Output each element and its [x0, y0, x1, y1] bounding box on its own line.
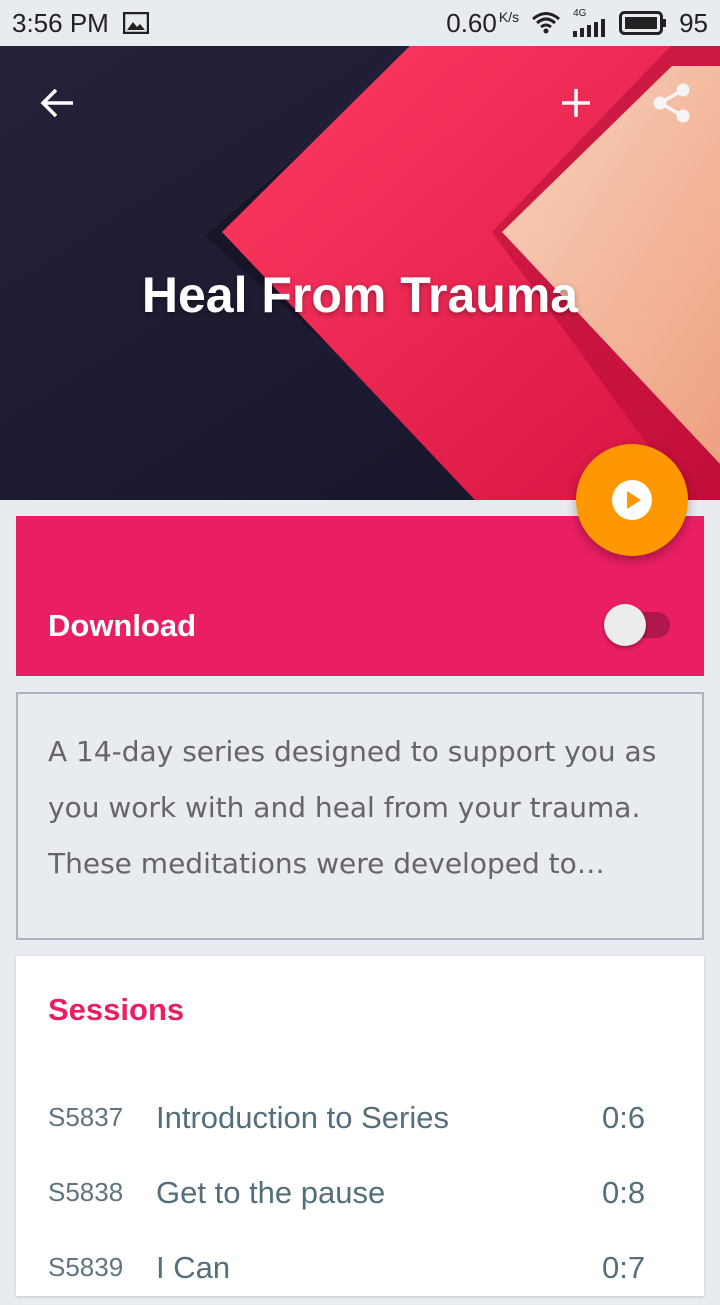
status-time: 3:56 PM [12, 7, 109, 38]
session-id: S5838 [48, 1177, 124, 1207]
download-toggle[interactable] [604, 604, 672, 646]
sessions-title: Sessions [48, 992, 185, 1027]
session-duration: 0:6 [602, 1099, 646, 1135]
hero-banner: Heal From Trauma [0, 46, 720, 500]
battery-icon [619, 11, 667, 35]
session-row[interactable]: S5839 I Can 0:7 [48, 1230, 672, 1305]
share-icon [653, 83, 690, 123]
play-icon [612, 480, 652, 520]
plus-icon [562, 89, 590, 117]
session-id: S5837 [48, 1102, 124, 1132]
session-row[interactable]: S5838 Get to the pause 0:8 [48, 1155, 672, 1230]
session-name: Introduction to Series [156, 1099, 449, 1135]
session-name: Get to the pause [156, 1174, 386, 1210]
network-type: 4G [573, 8, 587, 19]
arrow-left-icon [40, 88, 73, 118]
play-button[interactable] [576, 444, 688, 556]
session-duration: 0:7 [602, 1249, 646, 1285]
download-label: Download [48, 608, 197, 643]
back-button[interactable] [32, 78, 82, 128]
session-duration: 0:8 [602, 1174, 646, 1210]
net-speed-unit: K/s [498, 8, 520, 25]
session-id: S5839 [48, 1252, 124, 1282]
sessions-card: Sessions S5837 Introduction to Series 0:… [16, 956, 704, 1296]
net-speed: 0.60 K/s [446, 8, 519, 39]
status-bar: 3:56 PM 0.60 K/s 4G 95 [0, 0, 720, 46]
signal-icon: 4G [573, 9, 607, 37]
toggle-thumb [604, 604, 646, 646]
add-button[interactable] [551, 78, 601, 128]
session-row[interactable]: S5837 Introduction to Series 0:6 [48, 1080, 672, 1155]
series-title: Heal From Trauma [141, 267, 579, 323]
description-text: A 14-day series designed to support you … [48, 735, 657, 880]
session-name: I Can [156, 1249, 231, 1285]
share-button[interactable] [647, 78, 697, 128]
image-icon [122, 12, 149, 34]
wifi-icon [531, 11, 561, 35]
net-speed-value: 0.60 [446, 7, 497, 38]
battery-level: 95 [679, 7, 708, 38]
series-description[interactable]: A 14-day series designed to support you … [16, 692, 704, 940]
